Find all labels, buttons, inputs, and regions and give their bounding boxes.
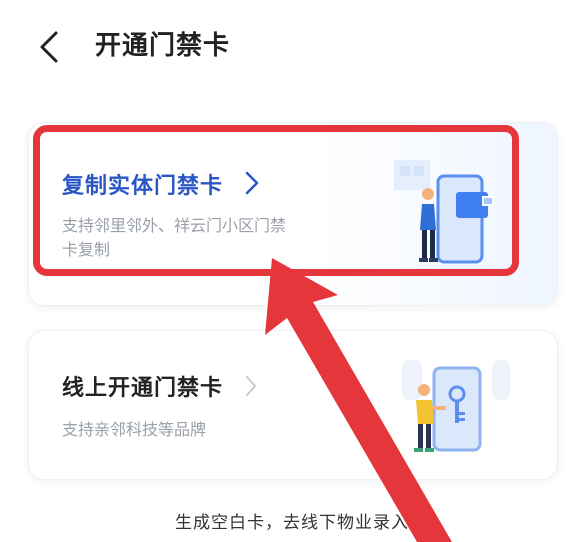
person-phone-key-illustration — [402, 360, 510, 452]
back-chevron-icon[interactable] — [36, 30, 64, 64]
blank-card-link[interactable]: 生成空白卡，去线下物业录入 — [0, 508, 584, 533]
top-bar: 开通门禁卡 — [0, 0, 584, 96]
highlight-box — [33, 125, 519, 276]
online-card-description: 支持亲邻科技等品牌 — [62, 420, 207, 439]
chevron-right-icon — [246, 376, 256, 396]
page-title: 开通门禁卡 — [95, 31, 231, 61]
online-card-title[interactable]: 线上开通门禁卡 — [62, 370, 223, 402]
